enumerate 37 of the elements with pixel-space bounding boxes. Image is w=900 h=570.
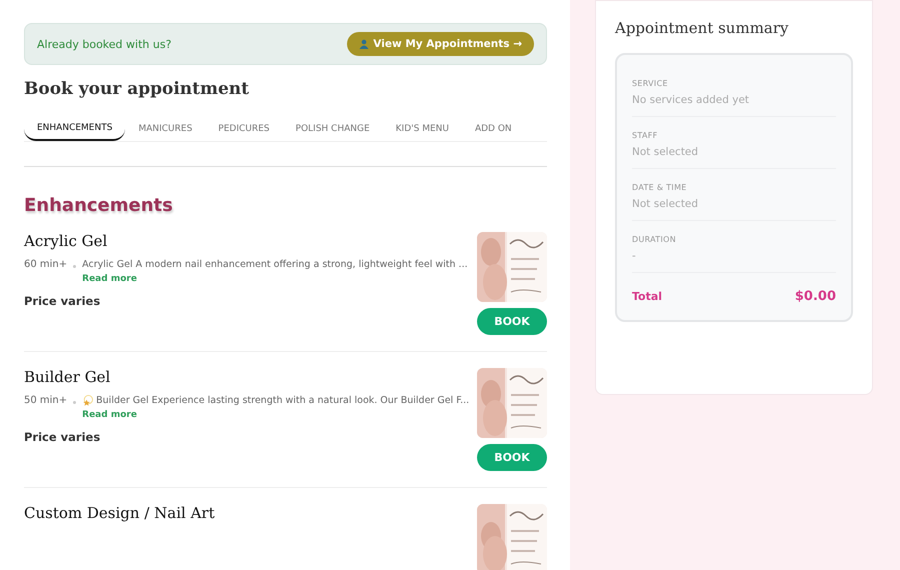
summary-label: SERVICE [632, 79, 669, 88]
category-tab[interactable]: PEDICURES [205, 117, 283, 141]
separator-dot [73, 401, 76, 404]
summary-value: Not selected [632, 146, 700, 158]
summary-label: STAFF [632, 131, 659, 140]
service-price: Price varies [24, 294, 102, 308]
separator-dot [73, 265, 76, 268]
person-icon [359, 39, 370, 49]
summary-label: DATE & TIME [632, 183, 688, 192]
summary-label: DURATION [632, 235, 678, 244]
category-tab[interactable]: POLISH CHANGE [282, 117, 383, 141]
service-name: Custom Design / Nail Art [24, 504, 215, 522]
read-more-link[interactable]: Read more [82, 274, 137, 284]
summary-value: - [632, 250, 637, 262]
service-duration: 60 min+ [24, 259, 68, 270]
summary-value: No services added yet [632, 94, 750, 106]
service-name: Builder Gel [24, 368, 112, 386]
category-tab[interactable]: KID'S MENU [382, 117, 462, 141]
service-name: Acrylic Gel [24, 232, 108, 250]
total-label: Total [632, 290, 662, 303]
category-tab[interactable]: ADD ON [462, 117, 525, 141]
banner-text: Already booked with us? [37, 38, 172, 50]
book-button[interactable]: BOOK [477, 308, 547, 335]
service-duration: 50 min+ [24, 395, 68, 406]
summary-value: Not selected [632, 198, 700, 210]
service-price: Price varies [24, 430, 102, 444]
service-description: Acrylic Gel A modern nail enhancement offering a strong, lightweight feel with ... [82, 259, 468, 270]
section-title: Enhancements [24, 195, 174, 216]
total-amount: $0.00 [794, 289, 836, 304]
page-heading: Book your appointment [24, 79, 250, 99]
read-more-link[interactable]: Read more [82, 410, 137, 420]
book-button[interactable]: BOOK [477, 444, 547, 471]
service-description: Builder Gel Experience lasting strength with a natural look. Our Builder Gel F... [96, 395, 470, 406]
category-tab[interactable]: MANICURES [125, 117, 206, 141]
summary-title: Appointment summary [615, 19, 790, 37]
view-appointments-button[interactable]: View My Appointments → [347, 32, 534, 56]
category-tab[interactable]: ENHANCEMENTS [24, 117, 126, 141]
